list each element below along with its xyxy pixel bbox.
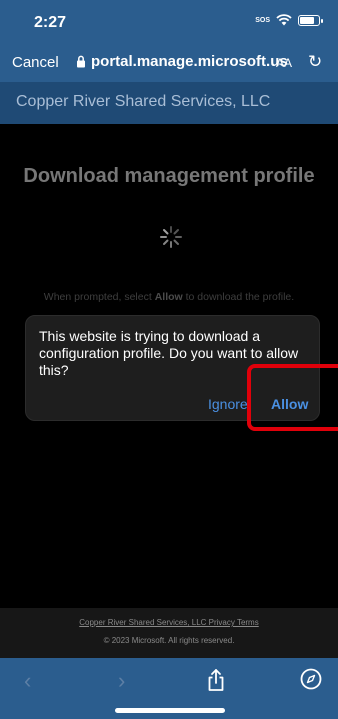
home-indicator[interactable]: [115, 708, 225, 713]
url-field[interactable]: portal.manage.microsoft.us: [76, 53, 288, 70]
allow-emphasis: Allow: [154, 291, 183, 303]
compass-icon[interactable]: [300, 668, 322, 690]
status-icons: SOS: [255, 14, 323, 26]
footer-privacy-terms-link[interactable]: Copper River Shared Services, LLC Privac…: [0, 618, 338, 627]
status-bar: 2:27 SOS: [0, 0, 338, 44]
page-footer: Copper River Shared Services, LLC Privac…: [0, 608, 338, 658]
browser-address-bar: Cancel portal.manage.microsoft.us AA ↻: [0, 44, 338, 82]
chevron-left-icon[interactable]: ‹: [24, 668, 31, 694]
share-icon[interactable]: [206, 668, 226, 692]
footer-copyright: © 2023 Microsoft. All rights reserved.: [103, 636, 235, 645]
org-name: Copper River Shared Services, LLC: [16, 93, 271, 110]
url-text: portal.manage.microsoft.us: [91, 53, 288, 70]
ignore-button[interactable]: Ignore: [208, 396, 248, 412]
highlight-box: [247, 364, 338, 431]
page-title: Download management profile: [23, 165, 315, 187]
wifi-icon: [276, 14, 292, 26]
download-instructions: When prompted, select Allow to download …: [43, 291, 295, 303]
reload-icon[interactable]: ↻: [308, 52, 322, 72]
org-header: Copper River Shared Services, LLC: [0, 82, 338, 124]
text-size-button[interactable]: AA: [276, 56, 292, 70]
battery-icon: [298, 14, 323, 26]
chevron-right-icon[interactable]: ›: [118, 668, 125, 694]
sos-indicator: SOS: [255, 16, 270, 24]
status-time: 2:27: [34, 14, 67, 31]
loading-spinner-icon: [160, 226, 182, 248]
cancel-button[interactable]: Cancel: [12, 54, 59, 71]
lock-icon: [77, 55, 85, 68]
